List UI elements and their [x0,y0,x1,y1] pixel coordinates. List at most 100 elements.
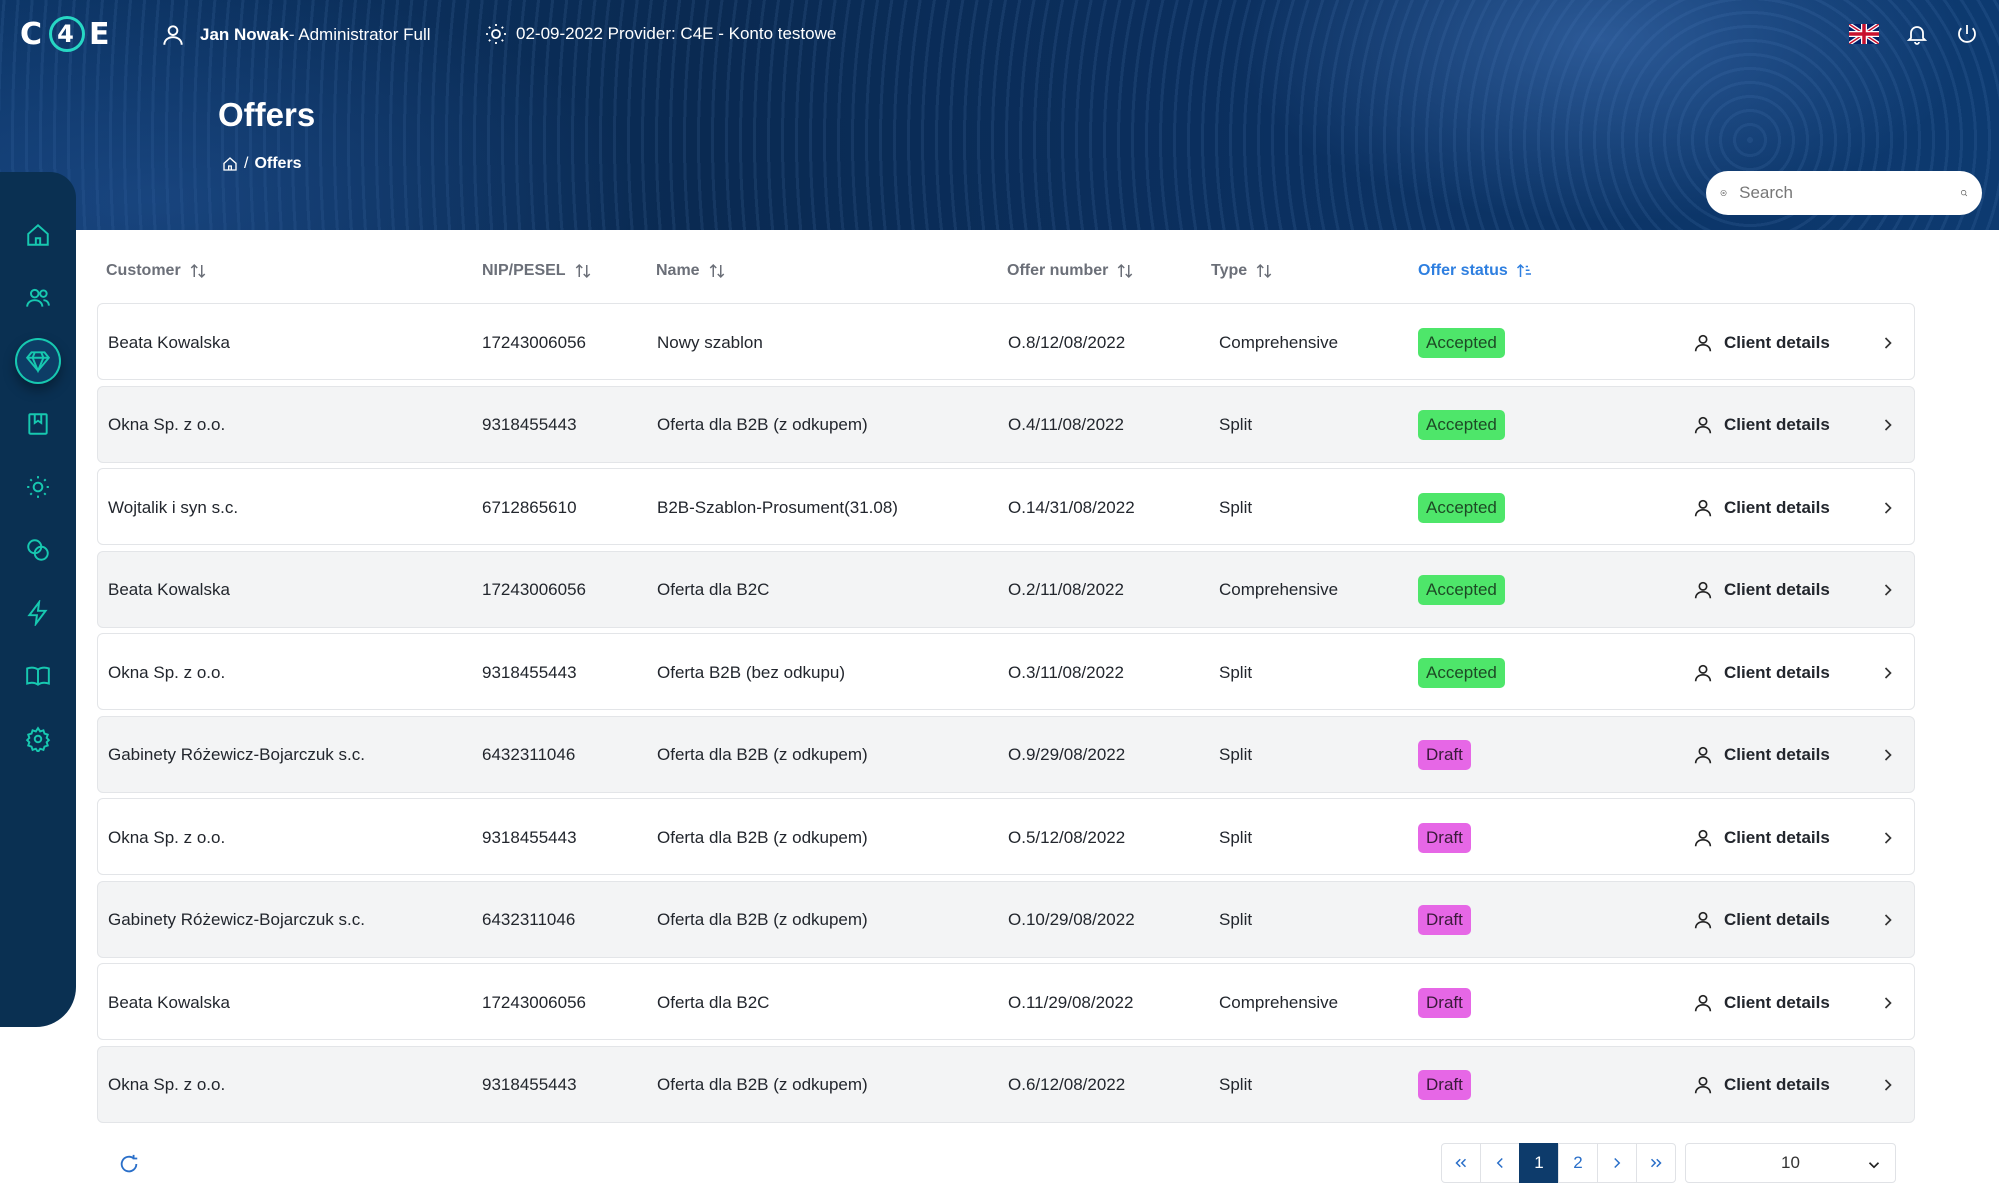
column-header-offer-number[interactable]: Offer number [1007,262,1134,280]
page-button-2[interactable]: 2 [1558,1143,1598,1183]
table-row[interactable]: Gabinety Różewicz-Bojarczuk s.c. 64323110… [97,715,1915,794]
coins-icon [27,539,49,561]
cell-name: Oferta dla B2B (z odkupem) [657,827,868,847]
chevron-right-icon [1884,914,1892,926]
sidebar-item-home[interactable] [15,212,61,258]
sidebar-item-energy[interactable] [15,464,61,510]
search-icon[interactable] [1960,183,1968,203]
table-row[interactable]: Beata Kowalska 17243006056 Oferta dla B2C O… [97,963,1915,1040]
cell-offer-number: O.6/12/08/2022 [1008,1075,1126,1094]
cell-offer-status: Draft [1418,799,1471,876]
client-details-label: Client details [1724,745,1830,764]
sidebar-item-offers[interactable] [15,338,61,384]
cell-nip: 9318455443 [482,827,577,847]
table-row[interactable]: Beata Kowalska 17243006056 Nowy szablon O.8… [97,303,1915,380]
cell-type: Split [1219,827,1253,847]
status-badge: Draft [1418,822,1471,853]
search-input[interactable] [1739,183,1961,203]
client-details-link[interactable]: Client details [1692,387,1830,464]
column-header-type[interactable]: Type [1211,262,1273,280]
client-details-link[interactable]: Client details [1692,552,1830,629]
user-role: - Administrator Full [288,25,431,44]
row-expand-button[interactable] [1878,882,1898,959]
app-logo[interactable]: C 4 E [20,16,113,52]
row-expand-button[interactable] [1878,964,1898,1041]
page-title: Offers [218,96,316,133]
client-details-link[interactable]: Client details [1692,882,1830,959]
first-page-button[interactable] [1441,1143,1481,1183]
sidebar-item-docs[interactable] [15,653,61,699]
client-details-link[interactable]: Client details [1692,469,1830,546]
table-row[interactable]: Wojtalik i syn s.c. 6712865610 B2B-Szablon… [97,468,1915,545]
row-expand-button[interactable] [1878,1047,1898,1124]
uk-flag-icon[interactable] [1849,24,1879,44]
cell-name: Oferta dla B2B (z odkupem) [657,1075,868,1094]
row-expand-button[interactable] [1878,799,1898,876]
client-details-link[interactable]: Client details [1692,304,1830,381]
power-icon[interactable] [1955,22,1979,46]
column-header-name[interactable]: Name [656,262,726,280]
user-icon [1694,416,1712,434]
column-header-customer[interactable]: Customer [106,262,207,280]
client-details-link[interactable]: Client details [1692,1047,1830,1124]
logo-letter-left: C [20,16,46,52]
sun-icon [486,24,506,44]
row-expand-button[interactable] [1878,387,1898,464]
row-expand-button[interactable] [1878,552,1898,629]
next-page-button[interactable] [1597,1143,1637,1183]
column-label: NIP/PESEL [482,262,566,279]
sort-icon [575,263,590,279]
column-header-offer-status[interactable]: Offer status [1418,262,1534,280]
cell-type: Split [1219,497,1253,517]
top-bar: C 4 E Jan Nowak - Administrator Full 02-… [0,0,1999,68]
table-row[interactable]: Okna Sp. z o.o. 9318455443 Oferta dla B2B … [97,798,1915,875]
column-header-nip[interactable]: NIP/PESEL [482,262,592,280]
clear-icon[interactable] [1720,184,1727,202]
sidebar-item-bookmarks[interactable] [15,401,61,447]
cell-offer-number: O.3/11/08/2022 [1008,662,1124,682]
cell-name: Oferta dla B2C [657,992,770,1012]
table-row[interactable]: Okna Sp. z o.o. 9318455443 Oferta B2B (bez… [97,633,1915,710]
status-badge: Accepted [1418,492,1505,523]
page-button-1[interactable]: 1 [1519,1143,1559,1183]
table-row[interactable]: Okna Sp. z o.o. 9318455443 Oferta dla B2B … [97,385,1915,464]
user-info[interactable]: Jan Nowak - Administrator Full [160,22,431,48]
client-details-label: Client details [1724,415,1830,434]
bell-icon[interactable] [1905,22,1929,46]
breadcrumb-current: Offers [254,155,302,172]
page-size-select[interactable]: 10 [1685,1143,1896,1183]
table-row[interactable]: Gabinety Różewicz-Bojarczuk s.c. 64323110… [97,880,1915,959]
cell-type: Split [1219,662,1253,682]
chevrons-right-icon [1650,1158,1662,1168]
status-badge: Draft [1418,740,1471,770]
sort-icon [1118,263,1133,279]
sidebar-item-power[interactable] [15,590,61,636]
client-details-link[interactable]: Client details [1692,964,1830,1041]
pagination: 1 2 [1441,1143,1676,1183]
cell-name: Nowy szablon [657,332,763,352]
sidebar-item-finance[interactable] [15,527,61,573]
top-icons [1849,22,1979,46]
sidebar-item-users[interactable] [15,275,61,321]
row-expand-button[interactable] [1878,717,1898,794]
row-expand-button[interactable] [1878,469,1898,546]
sidebar-item-settings[interactable] [15,716,61,762]
home-icon[interactable] [222,156,238,172]
row-expand-button[interactable] [1878,304,1898,381]
table-row[interactable]: Beata Kowalska 17243006056 Oferta dla B2C O… [97,550,1915,629]
status-badge: Accepted [1418,657,1505,688]
client-details-link[interactable]: Client details [1692,799,1830,876]
client-details-link[interactable]: Client details [1692,717,1830,794]
prev-page-button[interactable] [1480,1143,1520,1183]
cell-nip: 9318455443 [482,662,577,682]
client-details-label: Client details [1724,992,1830,1012]
cell-offer-status: Accepted [1418,387,1505,464]
breadcrumb: / Offers [222,155,302,173]
refresh-icon[interactable] [118,1153,140,1175]
table-row[interactable]: Okna Sp. z o.o. 9318455443 Oferta dla B2B … [97,1045,1915,1124]
client-details-link[interactable]: Client details [1692,634,1830,711]
last-page-button[interactable] [1636,1143,1676,1183]
user-name: Jan Nowak [200,25,289,44]
row-expand-button[interactable] [1878,634,1898,711]
client-details-label: Client details [1724,497,1830,517]
